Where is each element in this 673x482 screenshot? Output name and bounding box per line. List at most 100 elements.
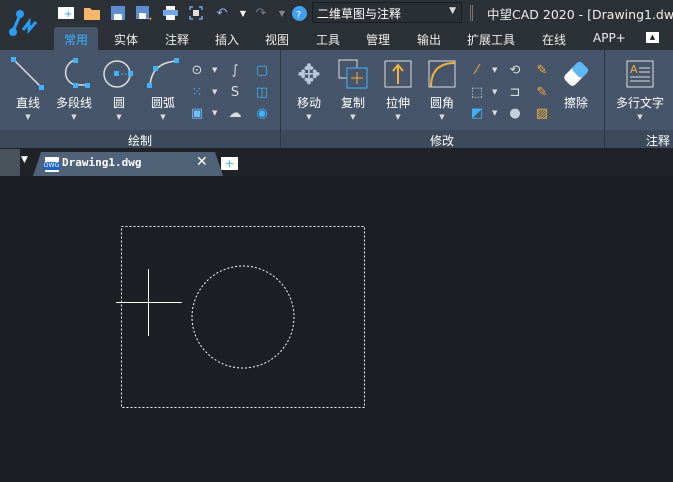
circle-button[interactable]: 圆 ▼	[94, 54, 144, 121]
new-icon[interactable]: +	[57, 4, 75, 22]
workspace-select[interactable]: 二维草图与注释 ▼	[312, 2, 462, 23]
line-button[interactable]: 直线 ▼	[3, 54, 53, 121]
edit-hatch-icon[interactable]: ▨	[533, 104, 551, 122]
redo-dropdown[interactable]: ▼	[273, 4, 291, 22]
drawing-canvas[interactable]	[0, 176, 673, 478]
mtext-label: 多行文字	[615, 96, 664, 110]
edit-polyline-icon[interactable]: ✎	[533, 61, 551, 79]
polyline-label: 多段线	[55, 96, 92, 110]
dwg-badge: DWG	[43, 162, 60, 170]
wipeout-icon[interactable]: ◫	[253, 83, 271, 101]
svg-text:+: +	[64, 9, 72, 19]
tab-solid[interactable]: 实体	[114, 27, 138, 50]
copy-label: 复制	[340, 96, 365, 110]
helix-icon[interactable]: S	[226, 83, 244, 101]
tab-tools[interactable]: 工具	[316, 27, 340, 50]
circle-icon	[94, 54, 144, 94]
edit-spline-icon[interactable]: ✎	[533, 83, 551, 101]
copy-icon	[328, 54, 378, 94]
spline-icon[interactable]: ∫	[226, 61, 244, 79]
tab-online[interactable]: 在线	[542, 27, 566, 50]
hatch-dropdown[interactable]: ▼	[212, 109, 217, 117]
arc-icon	[138, 54, 188, 94]
trim-icon[interactable]: ⁄	[468, 61, 486, 79]
erase-label: 擦除	[563, 96, 588, 110]
open-folder-icon[interactable]	[83, 4, 101, 22]
new-tab-icon[interactable]: +	[221, 157, 238, 170]
ribbon-panel-bar	[0, 130, 673, 148]
line-label: 直线	[15, 96, 40, 110]
polyline-icon	[49, 54, 99, 94]
svg-text:→: →	[146, 15, 152, 21]
arc-button[interactable]: 圆弧 ▼	[138, 54, 188, 121]
tab-list-dropdown[interactable]: ▼	[21, 155, 28, 165]
move-icon: ✥	[297, 57, 321, 91]
circle-label: 圆	[112, 96, 125, 110]
tab-annotate[interactable]: 注释	[165, 27, 189, 50]
tab-extensions[interactable]: 扩展工具	[467, 27, 515, 50]
stretch-icon	[373, 54, 423, 94]
svg-text:A: A	[630, 63, 638, 76]
tab-manage[interactable]: 管理	[366, 27, 390, 50]
move-label: 移动	[296, 96, 321, 110]
rotate-icon[interactable]: ⟲	[506, 61, 524, 79]
arc-label: 圆弧	[150, 96, 175, 110]
zoom-extents-icon[interactable]	[187, 4, 205, 22]
save-as-icon[interactable]: →	[135, 4, 153, 22]
selected-circle[interactable]	[191, 265, 295, 369]
line-icon	[3, 54, 53, 94]
fillet-icon	[417, 54, 467, 94]
rectangle-icon[interactable]: ▢	[253, 61, 271, 79]
fillet-button[interactable]: 圆角 ▼	[417, 54, 467, 121]
erase-button[interactable]: 擦除	[551, 54, 601, 111]
donut-icon[interactable]: ◉	[253, 104, 271, 122]
explode-icon[interactable]: ●	[506, 104, 524, 122]
help-icon[interactable]: ?	[290, 4, 308, 22]
hatch-icon[interactable]: ▣	[188, 104, 206, 122]
ribbon-tab-bar	[50, 27, 673, 50]
close-tab-icon[interactable]: ✕	[196, 154, 208, 170]
ellipse-icon[interactable]: ⊙	[188, 61, 206, 79]
eraser-icon	[551, 54, 601, 94]
point-dropdown[interactable]: ▼	[212, 88, 217, 96]
ellipse-dropdown[interactable]: ▼	[212, 66, 217, 74]
minimize-ribbon-button[interactable]: ▲	[646, 32, 659, 43]
scale-icon[interactable]: ⬚	[468, 83, 486, 101]
tab-view[interactable]: 视图	[265, 27, 289, 50]
divider	[604, 50, 605, 148]
selected-rectangle[interactable]	[121, 226, 365, 408]
tab-insert[interactable]: 插入	[215, 27, 239, 50]
tab-strip-handle	[0, 149, 20, 176]
chevron-down-icon: ▼	[449, 6, 456, 16]
workspace-value: 二维草图与注释	[317, 7, 402, 21]
scale-dropdown[interactable]: ▼	[492, 88, 497, 96]
document-tab-title: Drawing1.dwg	[62, 156, 142, 169]
modify-panel-label: 修改	[430, 134, 455, 148]
mtext-button[interactable]: A 多行文字 ▼	[612, 54, 668, 121]
app-logo[interactable]	[0, 0, 50, 50]
copy-button[interactable]: 复制 ▼	[328, 54, 378, 121]
revcloud-icon[interactable]: ☁	[226, 104, 244, 122]
divider	[470, 5, 473, 21]
align-icon[interactable]: ⊐	[506, 83, 524, 101]
tab-app-plus[interactable]: APP+	[593, 27, 626, 50]
print-icon[interactable]	[161, 4, 179, 22]
offset-icon[interactable]: ◩	[468, 104, 486, 122]
offset-dropdown[interactable]: ▼	[492, 109, 497, 117]
tab-output[interactable]: 输出	[417, 27, 441, 50]
tab-home[interactable]: 常用	[54, 27, 98, 50]
undo-dropdown[interactable]: ▼	[234, 4, 252, 22]
draw-panel-label: 绘制	[128, 134, 153, 148]
point-icon[interactable]: ⁙	[188, 83, 206, 101]
stretch-button[interactable]: 拉伸 ▼	[373, 54, 423, 121]
mtext-icon: A	[612, 54, 668, 94]
stretch-label: 拉伸	[385, 96, 410, 110]
trim-dropdown[interactable]: ▼	[492, 66, 497, 74]
undo-icon[interactable]: ↶	[213, 4, 231, 22]
save-icon[interactable]	[109, 4, 127, 22]
redo-icon[interactable]: ↷	[252, 4, 270, 22]
move-button[interactable]: ✥ 移动 ▼	[284, 54, 334, 122]
dwg-file-icon: DWG	[43, 157, 60, 172]
polyline-button[interactable]: 多段线 ▼	[49, 54, 99, 121]
svg-text:?: ?	[296, 10, 301, 21]
